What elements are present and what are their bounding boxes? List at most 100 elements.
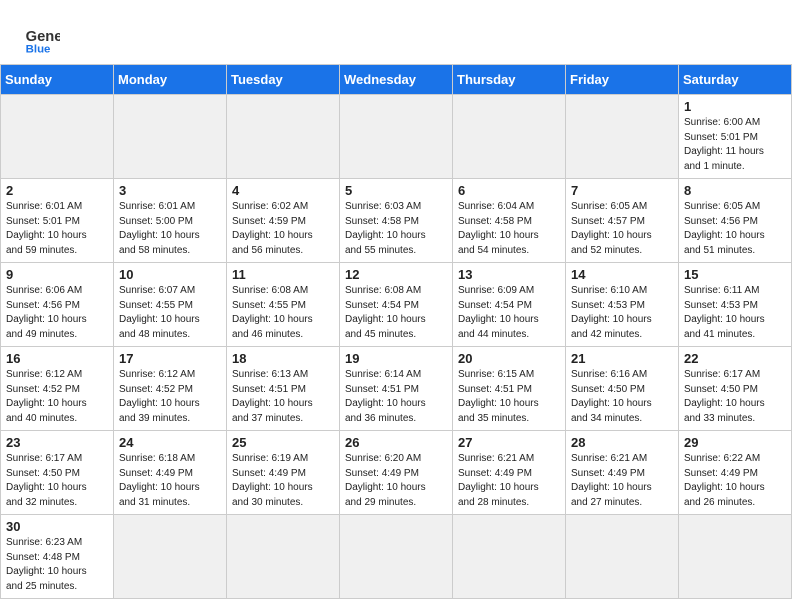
day-number: 16 bbox=[6, 351, 108, 366]
weekday-header-sunday: Sunday bbox=[1, 65, 114, 95]
day-number: 5 bbox=[345, 183, 447, 198]
calendar-cell bbox=[566, 515, 679, 599]
weekday-header-row: SundayMondayTuesdayWednesdayThursdayFrid… bbox=[1, 65, 792, 95]
weekday-header-friday: Friday bbox=[566, 65, 679, 95]
day-number: 22 bbox=[684, 351, 786, 366]
day-info: Sunrise: 6:06 AM Sunset: 4:56 PM Dayligh… bbox=[6, 284, 108, 342]
day-info: Sunrise: 6:02 AM Sunset: 4:59 PM Dayligh… bbox=[232, 200, 334, 258]
day-number: 13 bbox=[458, 267, 560, 282]
calendar-week-1: 2 Sunrise: 6:01 AM Sunset: 5:01 PM Daylig… bbox=[1, 179, 792, 263]
day-info: Sunrise: 6:01 AM Sunset: 5:01 PM Dayligh… bbox=[6, 200, 108, 258]
day-number: 23 bbox=[6, 435, 108, 450]
calendar-week-3: 16 Sunrise: 6:12 AM Sunset: 4:52 PM Dayli… bbox=[1, 347, 792, 431]
calendar-cell: 1Sunrise: 6:00 AM Sunset: 5:01 PM Daylig… bbox=[679, 95, 792, 179]
day-info: Sunrise: 6:12 AM Sunset: 4:52 PM Dayligh… bbox=[119, 368, 221, 426]
day-info: Sunrise: 6:15 AM Sunset: 4:51 PM Dayligh… bbox=[458, 368, 560, 426]
calendar-cell: 24 Sunrise: 6:18 AM Sunset: 4:49 PM Dayli… bbox=[114, 431, 227, 515]
calendar-cell: 3Sunrise: 6:01 AM Sunset: 5:00 PM Daylig… bbox=[114, 179, 227, 263]
day-info: Sunrise: 6:12 AM Sunset: 4:52 PM Dayligh… bbox=[6, 368, 108, 426]
calendar-cell: 21Sunrise: 6:16 AM Sunset: 4:50 PM Dayli… bbox=[566, 347, 679, 431]
weekday-header-thursday: Thursday bbox=[453, 65, 566, 95]
day-info: Sunrise: 6:01 AM Sunset: 5:00 PM Dayligh… bbox=[119, 200, 221, 258]
calendar-cell: 2 Sunrise: 6:01 AM Sunset: 5:01 PM Daylig… bbox=[1, 179, 114, 263]
day-info: Sunrise: 6:03 AM Sunset: 4:58 PM Dayligh… bbox=[345, 200, 447, 258]
calendar-cell: 14 Sunrise: 6:10 AM Sunset: 4:53 PM Dayli… bbox=[566, 263, 679, 347]
header: General Blue bbox=[0, 0, 792, 64]
day-number: 20 bbox=[458, 351, 560, 366]
day-info: Sunrise: 6:16 AM Sunset: 4:50 PM Dayligh… bbox=[571, 368, 673, 426]
calendar-cell bbox=[453, 95, 566, 179]
calendar-cell: 17 Sunrise: 6:12 AM Sunset: 4:52 PM Dayli… bbox=[114, 347, 227, 431]
calendar-cell: 30Sunrise: 6:23 AM Sunset: 4:48 PM Dayli… bbox=[1, 515, 114, 599]
day-info: Sunrise: 6:10 AM Sunset: 4:53 PM Dayligh… bbox=[571, 284, 673, 342]
calendar-week-2: 9Sunrise: 6:06 AM Sunset: 4:56 PM Daylig… bbox=[1, 263, 792, 347]
day-number: 17 bbox=[119, 351, 221, 366]
day-info: Sunrise: 6:05 AM Sunset: 4:57 PM Dayligh… bbox=[571, 200, 673, 258]
calendar-cell: 26Sunrise: 6:20 AM Sunset: 4:49 PM Dayli… bbox=[340, 431, 453, 515]
day-info: Sunrise: 6:00 AM Sunset: 5:01 PM Dayligh… bbox=[684, 116, 786, 174]
day-info: Sunrise: 6:08 AM Sunset: 4:55 PM Dayligh… bbox=[232, 284, 334, 342]
calendar-cell bbox=[114, 515, 227, 599]
calendar-cell bbox=[566, 95, 679, 179]
day-number: 29 bbox=[684, 435, 786, 450]
day-info: Sunrise: 6:18 AM Sunset: 4:49 PM Dayligh… bbox=[119, 452, 221, 510]
day-number: 19 bbox=[345, 351, 447, 366]
calendar-cell: 10 Sunrise: 6:07 AM Sunset: 4:55 PM Dayli… bbox=[114, 263, 227, 347]
calendar-cell: 6 Sunrise: 6:04 AM Sunset: 4:58 PM Daylig… bbox=[453, 179, 566, 263]
day-info: Sunrise: 6:22 AM Sunset: 4:49 PM Dayligh… bbox=[684, 452, 786, 510]
day-number: 25 bbox=[232, 435, 334, 450]
day-number: 7 bbox=[571, 183, 673, 198]
calendar-cell: 20 Sunrise: 6:15 AM Sunset: 4:51 PM Dayli… bbox=[453, 347, 566, 431]
day-info: Sunrise: 6:17 AM Sunset: 4:50 PM Dayligh… bbox=[684, 368, 786, 426]
weekday-header-wednesday: Wednesday bbox=[340, 65, 453, 95]
day-info: Sunrise: 6:09 AM Sunset: 4:54 PM Dayligh… bbox=[458, 284, 560, 342]
calendar-cell bbox=[227, 515, 340, 599]
day-info: Sunrise: 6:05 AM Sunset: 4:56 PM Dayligh… bbox=[684, 200, 786, 258]
calendar-cell bbox=[340, 95, 453, 179]
calendar-week-0: 1Sunrise: 6:00 AM Sunset: 5:01 PM Daylig… bbox=[1, 95, 792, 179]
calendar-cell: 7 Sunrise: 6:05 AM Sunset: 4:57 PM Daylig… bbox=[566, 179, 679, 263]
calendar-cell: 15 Sunrise: 6:11 AM Sunset: 4:53 PM Dayli… bbox=[679, 263, 792, 347]
day-number: 18 bbox=[232, 351, 334, 366]
calendar-cell: 29 Sunrise: 6:22 AM Sunset: 4:49 PM Dayli… bbox=[679, 431, 792, 515]
day-info: Sunrise: 6:04 AM Sunset: 4:58 PM Dayligh… bbox=[458, 200, 560, 258]
day-info: Sunrise: 6:07 AM Sunset: 4:55 PM Dayligh… bbox=[119, 284, 221, 342]
calendar-week-4: 23 Sunrise: 6:17 AM Sunset: 4:50 PM Dayli… bbox=[1, 431, 792, 515]
logo-icon: General Blue bbox=[24, 18, 60, 54]
day-number: 24 bbox=[119, 435, 221, 450]
day-info: Sunrise: 6:13 AM Sunset: 4:51 PM Dayligh… bbox=[232, 368, 334, 426]
calendar-cell: 16 Sunrise: 6:12 AM Sunset: 4:52 PM Dayli… bbox=[1, 347, 114, 431]
calendar-cell: 23 Sunrise: 6:17 AM Sunset: 4:50 PM Dayli… bbox=[1, 431, 114, 515]
weekday-header-saturday: Saturday bbox=[679, 65, 792, 95]
day-number: 28 bbox=[571, 435, 673, 450]
calendar-cell: 8 Sunrise: 6:05 AM Sunset: 4:56 PM Daylig… bbox=[679, 179, 792, 263]
calendar-cell bbox=[679, 515, 792, 599]
day-info: Sunrise: 6:17 AM Sunset: 4:50 PM Dayligh… bbox=[6, 452, 108, 510]
day-number: 26 bbox=[345, 435, 447, 450]
day-info: Sunrise: 6:11 AM Sunset: 4:53 PM Dayligh… bbox=[684, 284, 786, 342]
calendar-cell bbox=[227, 95, 340, 179]
day-number: 2 bbox=[6, 183, 108, 198]
calendar-cell: 4 Sunrise: 6:02 AM Sunset: 4:59 PM Daylig… bbox=[227, 179, 340, 263]
calendar-cell: 22 Sunrise: 6:17 AM Sunset: 4:50 PM Dayli… bbox=[679, 347, 792, 431]
day-number: 14 bbox=[571, 267, 673, 282]
day-number: 8 bbox=[684, 183, 786, 198]
calendar-table: SundayMondayTuesdayWednesdayThursdayFrid… bbox=[0, 64, 792, 599]
day-number: 10 bbox=[119, 267, 221, 282]
day-info: Sunrise: 6:21 AM Sunset: 4:49 PM Dayligh… bbox=[458, 452, 560, 510]
calendar-cell bbox=[1, 95, 114, 179]
svg-text:Blue: Blue bbox=[26, 43, 51, 54]
day-number: 15 bbox=[684, 267, 786, 282]
day-number: 27 bbox=[458, 435, 560, 450]
calendar-cell: 12Sunrise: 6:08 AM Sunset: 4:54 PM Dayli… bbox=[340, 263, 453, 347]
calendar-cell: 25Sunrise: 6:19 AM Sunset: 4:49 PM Dayli… bbox=[227, 431, 340, 515]
day-number: 4 bbox=[232, 183, 334, 198]
day-number: 6 bbox=[458, 183, 560, 198]
weekday-header-tuesday: Tuesday bbox=[227, 65, 340, 95]
calendar-cell bbox=[114, 95, 227, 179]
calendar-cell: 9Sunrise: 6:06 AM Sunset: 4:56 PM Daylig… bbox=[1, 263, 114, 347]
day-info: Sunrise: 6:23 AM Sunset: 4:48 PM Dayligh… bbox=[6, 536, 108, 594]
svg-text:General: General bbox=[26, 29, 60, 45]
calendar-cell: 27 Sunrise: 6:21 AM Sunset: 4:49 PM Dayli… bbox=[453, 431, 566, 515]
calendar-cell: 11Sunrise: 6:08 AM Sunset: 4:55 PM Dayli… bbox=[227, 263, 340, 347]
